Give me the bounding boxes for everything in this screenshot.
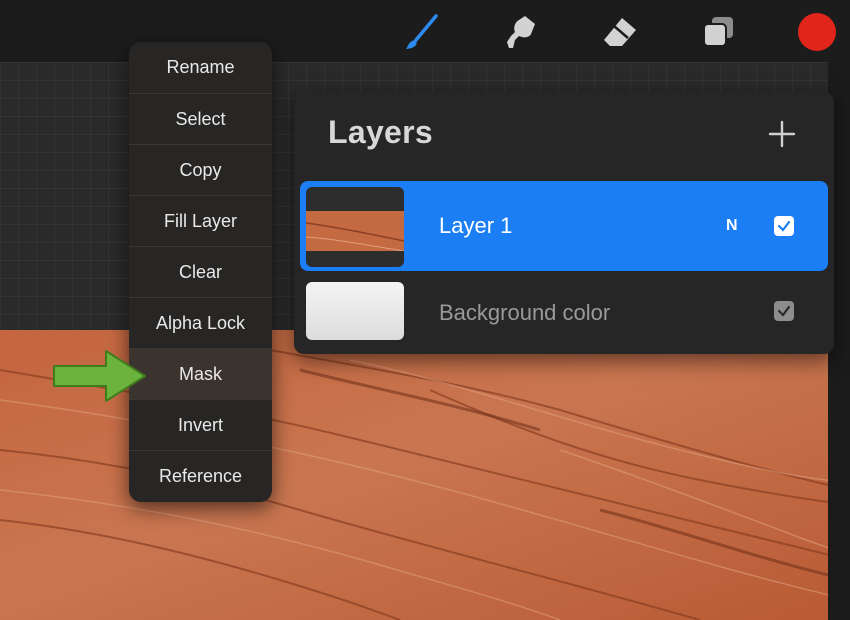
layers-tool-button[interactable] bbox=[697, 10, 741, 54]
green-arrow-annotation bbox=[53, 350, 146, 402]
brush-icon bbox=[406, 14, 438, 49]
layer-row-layer-1[interactable]: Layer 1 N bbox=[300, 181, 828, 271]
blend-mode-button[interactable]: N bbox=[726, 217, 738, 235]
menu-item-invert[interactable]: Invert bbox=[129, 399, 272, 451]
layers-panel-title: Layers bbox=[328, 114, 433, 150]
background-visibility-checkbox[interactable] bbox=[774, 301, 794, 321]
color-picker-button[interactable] bbox=[798, 13, 836, 51]
menu-item-alpha-lock[interactable]: Alpha Lock bbox=[129, 297, 272, 349]
checkmark-icon bbox=[777, 305, 791, 317]
layer-options-menu: Rename Select Copy Fill Layer Clear Alph… bbox=[129, 42, 272, 502]
menu-item-fill-layer[interactable]: Fill Layer bbox=[129, 195, 272, 247]
top-toolbar bbox=[0, 0, 850, 62]
layer-thumbnail bbox=[306, 187, 404, 267]
layer-visibility-checkbox[interactable] bbox=[774, 216, 794, 236]
menu-item-select[interactable]: Select bbox=[129, 93, 272, 145]
add-layer-button[interactable] bbox=[762, 114, 802, 154]
menu-item-mask[interactable]: Mask bbox=[129, 348, 272, 400]
eraser-tool-button[interactable] bbox=[598, 10, 642, 54]
layers-panel: Layers Layer 1 N Background color bbox=[294, 92, 834, 354]
menu-item-clear[interactable]: Clear bbox=[129, 246, 272, 298]
smudge-tool-button[interactable] bbox=[499, 10, 543, 54]
layer-row-background-color[interactable]: Background color bbox=[300, 280, 828, 344]
smudge-icon bbox=[507, 16, 535, 48]
menu-item-rename[interactable]: Rename bbox=[129, 42, 272, 93]
layers-icon bbox=[703, 17, 733, 47]
background-color-thumbnail bbox=[306, 282, 404, 340]
layer-name: Layer 1 bbox=[439, 213, 513, 238]
plus-icon bbox=[768, 120, 796, 148]
brush-tool-button[interactable] bbox=[400, 10, 444, 54]
menu-item-reference[interactable]: Reference bbox=[129, 450, 272, 502]
menu-item-copy[interactable]: Copy bbox=[129, 144, 272, 196]
layer-name: Background color bbox=[439, 300, 611, 325]
eraser-icon bbox=[604, 18, 636, 46]
checkmark-icon bbox=[777, 220, 791, 232]
